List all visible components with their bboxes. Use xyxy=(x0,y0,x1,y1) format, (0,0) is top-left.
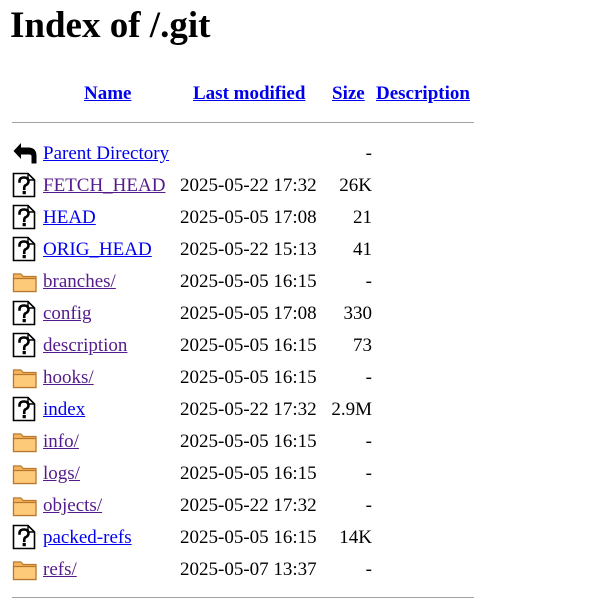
unknown-file-icon xyxy=(12,332,38,358)
entry-name-link[interactable]: branches/ xyxy=(43,271,116,293)
entry-size: 41 xyxy=(353,239,372,260)
list-item: config 2025-05-05 17:08 330 xyxy=(0,300,480,328)
list-item: Parent Directory - xyxy=(0,140,480,168)
list-item: info/2025-05-05 16:15 - xyxy=(0,428,480,456)
entry-size: 73 xyxy=(353,335,372,356)
sort-by-last-modified-link[interactable]: Last modified xyxy=(193,83,305,105)
entry-name-link[interactable]: Parent Directory xyxy=(43,143,169,165)
unknown-file-icon xyxy=(12,524,38,550)
entry-name-link[interactable]: hooks/ xyxy=(43,367,94,389)
entry-size: 26K xyxy=(339,175,372,196)
unknown-file-icon xyxy=(12,172,38,198)
entry-name-link[interactable]: logs/ xyxy=(43,463,80,485)
entry-size: - xyxy=(365,271,372,292)
unknown-file-icon xyxy=(12,300,38,326)
entry-last-modified: 2025-05-05 16:15 xyxy=(180,367,317,388)
list-item: index 2025-05-22 17:32 2.9M xyxy=(0,396,480,424)
entry-last-modified: 2025-05-07 13:37 xyxy=(180,559,317,580)
entry-last-modified: 2025-05-05 17:08 xyxy=(180,207,317,228)
list-item: description 2025-05-05 16:15 73 xyxy=(0,332,480,360)
list-item: packed-refs 2025-05-05 16:15 14K xyxy=(0,524,480,552)
entry-size: 2.9M xyxy=(331,399,372,420)
entry-size: - xyxy=(365,143,372,164)
list-item: objects/2025-05-22 17:32 - xyxy=(0,492,480,520)
entry-name-link[interactable]: config xyxy=(43,303,92,325)
entry-name-link[interactable]: refs/ xyxy=(43,559,77,581)
entry-size: 14K xyxy=(339,527,372,548)
entry-name-link[interactable]: ORIG_HEAD xyxy=(43,239,152,261)
entry-size: 21 xyxy=(353,207,372,228)
entry-last-modified: 2025-05-05 16:15 xyxy=(180,431,317,452)
list-item: logs/2025-05-05 16:15 - xyxy=(0,460,480,488)
sort-by-size-link[interactable]: Size xyxy=(332,83,365,105)
entry-size: - xyxy=(365,463,372,484)
entry-last-modified: 2025-05-22 17:32 xyxy=(180,399,317,420)
entry-name-link[interactable]: FETCH_HEAD xyxy=(43,175,165,197)
unknown-file-icon xyxy=(12,396,38,422)
list-item: FETCH_HEAD 2025-05-22 17:32 26K xyxy=(0,172,480,200)
folder-icon xyxy=(12,460,38,486)
entry-size: - xyxy=(365,367,372,388)
list-item: hooks/2025-05-05 16:15 - xyxy=(0,364,480,392)
entry-size: - xyxy=(365,559,372,580)
entry-name-link[interactable]: description xyxy=(43,335,127,357)
folder-icon xyxy=(12,364,38,390)
folder-icon xyxy=(12,428,38,454)
entry-size: - xyxy=(365,495,372,516)
entry-last-modified: 2025-05-05 16:15 xyxy=(180,271,317,292)
entry-name-link[interactable]: objects/ xyxy=(43,495,102,517)
sort-by-description-link[interactable]: Description xyxy=(376,83,470,105)
entry-size: - xyxy=(365,431,372,452)
entry-name-link[interactable]: index xyxy=(43,399,85,421)
entry-last-modified: 2025-05-22 15:13 xyxy=(180,239,317,260)
entry-name-link[interactable]: packed-refs xyxy=(43,527,132,549)
entry-size: 330 xyxy=(343,303,373,324)
header-divider xyxy=(12,122,474,123)
unknown-file-icon xyxy=(12,204,38,230)
entry-name-link[interactable]: info/ xyxy=(43,431,79,453)
list-item: refs/2025-05-07 13:37 - xyxy=(0,556,480,584)
entry-last-modified: 2025-05-05 16:15 xyxy=(180,335,317,356)
back-icon xyxy=(12,140,38,166)
footer-divider xyxy=(12,597,474,598)
list-item: branches/2025-05-05 16:15 - xyxy=(0,268,480,296)
entry-last-modified: 2025-05-22 17:32 xyxy=(180,495,317,516)
entry-last-modified: 2025-05-05 16:15 xyxy=(180,527,317,548)
sort-by-name-link[interactable]: Name xyxy=(84,83,131,105)
entry-last-modified: 2025-05-22 17:32 xyxy=(180,175,317,196)
entry-name-link[interactable]: HEAD xyxy=(43,207,96,229)
list-item: HEAD 2025-05-05 17:08 21 xyxy=(0,204,480,232)
folder-icon xyxy=(12,556,38,582)
folder-icon xyxy=(12,268,38,294)
entry-last-modified: 2025-05-05 16:15 xyxy=(180,463,317,484)
entry-last-modified: 2025-05-05 17:08 xyxy=(180,303,317,324)
folder-icon xyxy=(12,492,38,518)
unknown-file-icon xyxy=(12,236,38,262)
list-item: ORIG_HEAD 2025-05-22 15:13 41 xyxy=(0,236,480,264)
page-title: Index of /.git xyxy=(10,5,211,46)
